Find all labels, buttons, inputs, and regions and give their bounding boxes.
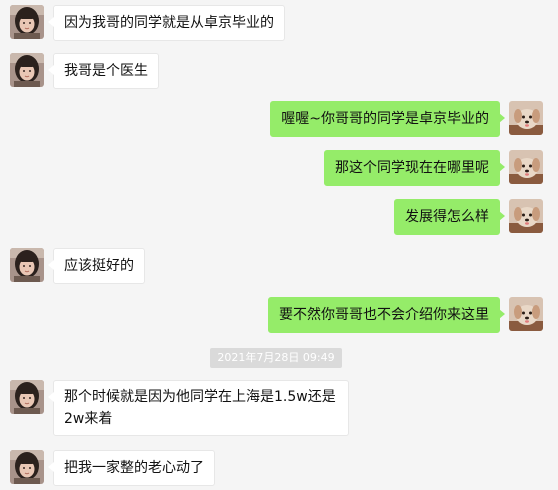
incoming-message-bubble[interactable]: 因为我哥的同学就是从卓京毕业的: [48, 5, 285, 41]
outgoing-message-bubble[interactable]: 喔喔~你哥哥的同学是卓京毕业的: [270, 101, 505, 137]
dog-avatar-icon: [509, 199, 543, 233]
outgoing-message-bubble[interactable]: 要不然你哥哥也不会介绍你来这里: [268, 297, 505, 333]
girl-avatar-icon: [10, 5, 44, 39]
incoming-message-bubble[interactable]: 我哥是个医生: [48, 53, 159, 89]
self-avatar[interactable]: [509, 297, 543, 331]
contact-avatar[interactable]: [10, 5, 44, 39]
incoming-message-bubble[interactable]: 那个时候就是因为他同学在上海是1.5w还是2w来着: [48, 380, 349, 436]
dog-avatar-icon: [509, 297, 543, 331]
dog-avatar-icon: [509, 150, 543, 184]
contact-avatar[interactable]: [10, 248, 44, 282]
self-avatar[interactable]: [509, 150, 543, 184]
outgoing-message-bubble[interactable]: 那这个同学现在在哪里呢: [324, 150, 505, 186]
outgoing-message-bubble[interactable]: 发展得怎么样: [394, 199, 505, 235]
girl-avatar-icon: [10, 450, 44, 484]
girl-avatar-icon: [10, 248, 44, 282]
dog-avatar-icon: [509, 101, 543, 135]
contact-avatar[interactable]: [10, 380, 44, 414]
incoming-message-bubble[interactable]: 把我一家整的老心动了: [48, 450, 215, 486]
self-avatar[interactable]: [509, 199, 543, 233]
girl-avatar-icon: [10, 53, 44, 87]
girl-avatar-icon: [10, 380, 44, 414]
timestamp-label: 2021年7月28日 09:49: [210, 348, 342, 368]
contact-avatar[interactable]: [10, 53, 44, 87]
self-avatar[interactable]: [509, 101, 543, 135]
incoming-message-bubble[interactable]: 应该挺好的: [48, 248, 145, 284]
contact-avatar[interactable]: [10, 450, 44, 484]
